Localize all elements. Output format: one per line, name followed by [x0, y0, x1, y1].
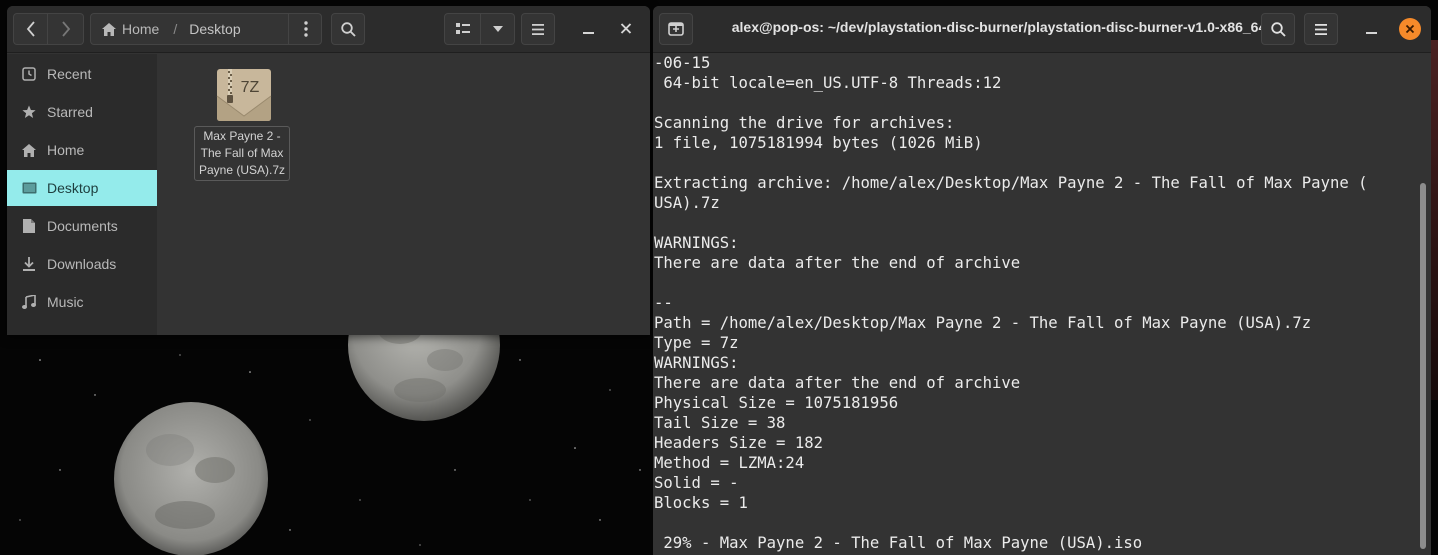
- terminal-minimize-button[interactable]: [1366, 20, 1378, 43]
- sidebar-item-downloads[interactable]: Downloads: [7, 246, 157, 282]
- terminal-line: Tail Size = 38: [654, 414, 786, 432]
- star-icon: [21, 104, 37, 120]
- breadcrumb-separator: /: [173, 21, 178, 37]
- home-icon: [102, 22, 116, 36]
- minimize-icon: [583, 32, 594, 34]
- caret-down-icon: [492, 26, 503, 32]
- hamburger-icon: [1315, 23, 1327, 35]
- back-button[interactable]: [13, 13, 48, 45]
- close-icon: [1405, 24, 1415, 34]
- terminal-close-button[interactable]: [1399, 18, 1421, 40]
- file-view: 7Z Max Payne 2 - The Fall of Max Payne (…: [157, 54, 650, 335]
- archive-icon: 7Z: [216, 69, 272, 121]
- terminal-window: alex@pop-os: ~/dev/playstation-disc-burn…: [653, 6, 1431, 555]
- search-icon: [340, 21, 356, 37]
- breadcrumb-current[interactable]: Desktop: [189, 21, 240, 37]
- sidebar-item-music[interactable]: Music: [7, 284, 157, 320]
- terminal-line: -06-15: [654, 54, 711, 72]
- sidebar-item-desktop[interactable]: Desktop: [7, 170, 157, 206]
- home-icon: [21, 142, 37, 158]
- terminal-line: There are data after the end of archive: [654, 374, 1021, 392]
- file-manager-headerbar: Home / Desktop: [7, 6, 650, 53]
- sidebar-item-home[interactable]: Home: [7, 132, 157, 168]
- terminal-line: USA).7z: [654, 194, 720, 212]
- terminal-line: 29% - Max Payne 2 - The Fall of Max Payn…: [654, 534, 1143, 552]
- terminal-line: Method = LZMA:24: [654, 454, 805, 472]
- terminal-line: WARNINGS:: [654, 234, 739, 252]
- chevron-left-icon: [26, 21, 35, 37]
- list-view-icon: [455, 23, 470, 34]
- sidebar-item-label: Documents: [47, 218, 118, 234]
- terminal-title: alex@pop-os: ~/dev/playstation-disc-burn…: [731, 19, 1267, 35]
- terminal-line: There are data after the end of archive: [654, 254, 1021, 272]
- stars: [19, 354, 641, 546]
- path-menu-button[interactable]: [288, 13, 322, 45]
- file-manager-window: Home / Desktop Recent Starred Home Deskt…: [7, 6, 650, 335]
- terminal-menu-button[interactable]: [1304, 13, 1338, 45]
- hamburger-icon: [532, 23, 544, 35]
- terminal-search-button[interactable]: [1261, 13, 1295, 45]
- sidebar: Recent Starred Home Desktop Documents Do…: [7, 54, 157, 335]
- sidebar-item-label: Music: [47, 294, 84, 310]
- clock-icon: [21, 66, 37, 82]
- file-name-line: Max Payne 2 -: [203, 129, 281, 143]
- terminal-scrollbar[interactable]: [1420, 183, 1426, 549]
- sidebar-item-label: Starred: [47, 104, 93, 120]
- terminal-line: --: [654, 294, 673, 312]
- document-icon: [21, 218, 37, 234]
- desktop-icon: [21, 180, 37, 196]
- terminal-lines: -06-15 64-bit locale=en_US.UTF-8 Threads…: [654, 53, 1418, 553]
- vertical-dots-icon: [303, 21, 308, 37]
- view-options-dropdown[interactable]: [481, 13, 515, 45]
- terminal-line: 1 file, 1075181994 bytes (1026 MiB): [654, 134, 983, 152]
- sidebar-item-label: Downloads: [47, 256, 117, 272]
- sidebar-item-label: Recent: [47, 66, 92, 82]
- download-icon: [21, 256, 37, 272]
- search-icon: [1270, 21, 1286, 37]
- minimize-button[interactable]: [583, 20, 595, 43]
- terminal-line: 64-bit locale=en_US.UTF-8 Threads:12: [654, 74, 1002, 92]
- new-tab-button[interactable]: [659, 13, 693, 45]
- file-name-label: Max Payne 2 - The Fall of Max Payne (USA…: [194, 126, 290, 181]
- terminal-line: Extracting archive: /home/alex/Desktop/M…: [654, 174, 1368, 192]
- terminal-line: WARNINGS:: [654, 354, 739, 372]
- close-button[interactable]: [620, 20, 632, 43]
- terminal-line: Type = 7z: [654, 334, 739, 352]
- minimize-icon: [1366, 32, 1377, 34]
- terminal-output[interactable]: -06-15 64-bit locale=en_US.UTF-8 Threads…: [653, 53, 1431, 555]
- sidebar-item-label: Home: [47, 142, 85, 158]
- forward-button[interactable]: [48, 13, 84, 45]
- archive-type-label: 7Z: [241, 79, 260, 96]
- sidebar-item-starred[interactable]: Starred: [7, 94, 157, 130]
- chevron-right-icon: [61, 21, 70, 37]
- sidebar-item-documents[interactable]: Documents: [7, 208, 157, 244]
- terminal-line: Path = /home/alex/Desktop/Max Payne 2 - …: [654, 314, 1312, 332]
- terminal-line: Scanning the drive for archives:: [654, 114, 955, 132]
- view-mode-button[interactable]: [444, 13, 481, 45]
- music-icon: [21, 294, 37, 310]
- close-icon: [620, 23, 632, 34]
- new-tab-icon: [668, 22, 684, 36]
- terminal-line: Solid = -: [654, 474, 739, 492]
- terminal-line: Physical Size = 1075181956: [654, 394, 899, 412]
- terminal-line: Headers Size = 182: [654, 434, 823, 452]
- main-menu-button[interactable]: [521, 13, 555, 45]
- search-button[interactable]: [331, 13, 365, 45]
- file-name-line: The Fall of Max: [200, 146, 284, 160]
- sidebar-item-recent[interactable]: Recent: [7, 56, 157, 92]
- breadcrumb-home[interactable]: Home: [91, 21, 159, 37]
- sidebar-item-label: Desktop: [47, 180, 99, 196]
- breadcrumb-home-label: Home: [122, 21, 160, 37]
- terminal-headerbar: alex@pop-os: ~/dev/playstation-disc-burn…: [653, 6, 1431, 53]
- terminal-line: Blocks = 1: [654, 494, 748, 512]
- file-name-line: Payne (USA).7z: [198, 163, 286, 177]
- moon-lower: [114, 402, 268, 555]
